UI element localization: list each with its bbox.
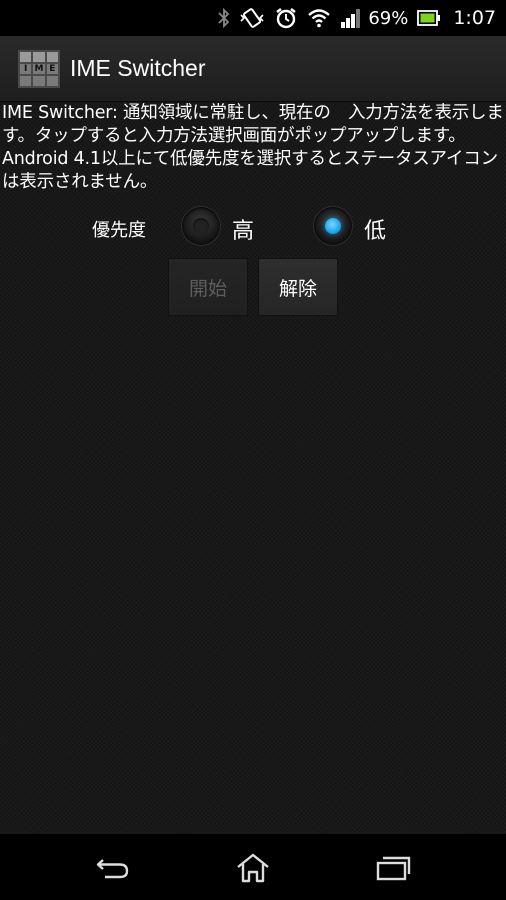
app-icon: I M E — [18, 49, 60, 88]
description-text: IME Switcher: 通知領域に常駐し、現在の 入力方法を表示します。タッ… — [2, 103, 504, 192]
vibrate-icon — [239, 7, 265, 29]
app-icon-letter-i: I — [20, 63, 32, 74]
navigation-bar — [0, 834, 506, 900]
battery-icon — [417, 10, 441, 26]
status-bar: 69% 1:07 — [0, 0, 506, 36]
recent-apps-icon[interactable] — [373, 852, 413, 884]
priority-radio-group: 優先度 高 低 — [0, 204, 506, 250]
app-icon-letter-m: M — [33, 63, 45, 74]
priority-low-label[interactable]: 低 — [364, 213, 386, 245]
home-icon[interactable] — [233, 852, 273, 884]
alarm-icon — [274, 7, 298, 29]
action-bar: I M E IME Switcher — [0, 36, 506, 102]
priority-high-label[interactable]: 高 — [232, 213, 254, 245]
battery-percent: 69% — [368, 7, 409, 29]
stop-button[interactable]: 解除 — [258, 258, 338, 316]
wifi-icon — [307, 8, 331, 28]
app-title: IME Switcher — [70, 55, 206, 81]
clock: 1:07 — [453, 7, 496, 29]
app-icon-letter-e: E — [46, 63, 58, 74]
priority-label: 優先度 — [92, 220, 146, 241]
screen: 69% 1:07 I M E IME Switcher IME Switcher… — [0, 0, 506, 900]
signal-icon — [340, 8, 362, 28]
bluetooth-icon — [218, 8, 230, 28]
start-button[interactable]: 開始 — [168, 258, 248, 316]
priority-high-radio[interactable] — [182, 207, 220, 245]
back-icon[interactable] — [93, 852, 133, 884]
priority-low-radio[interactable] — [314, 207, 352, 245]
